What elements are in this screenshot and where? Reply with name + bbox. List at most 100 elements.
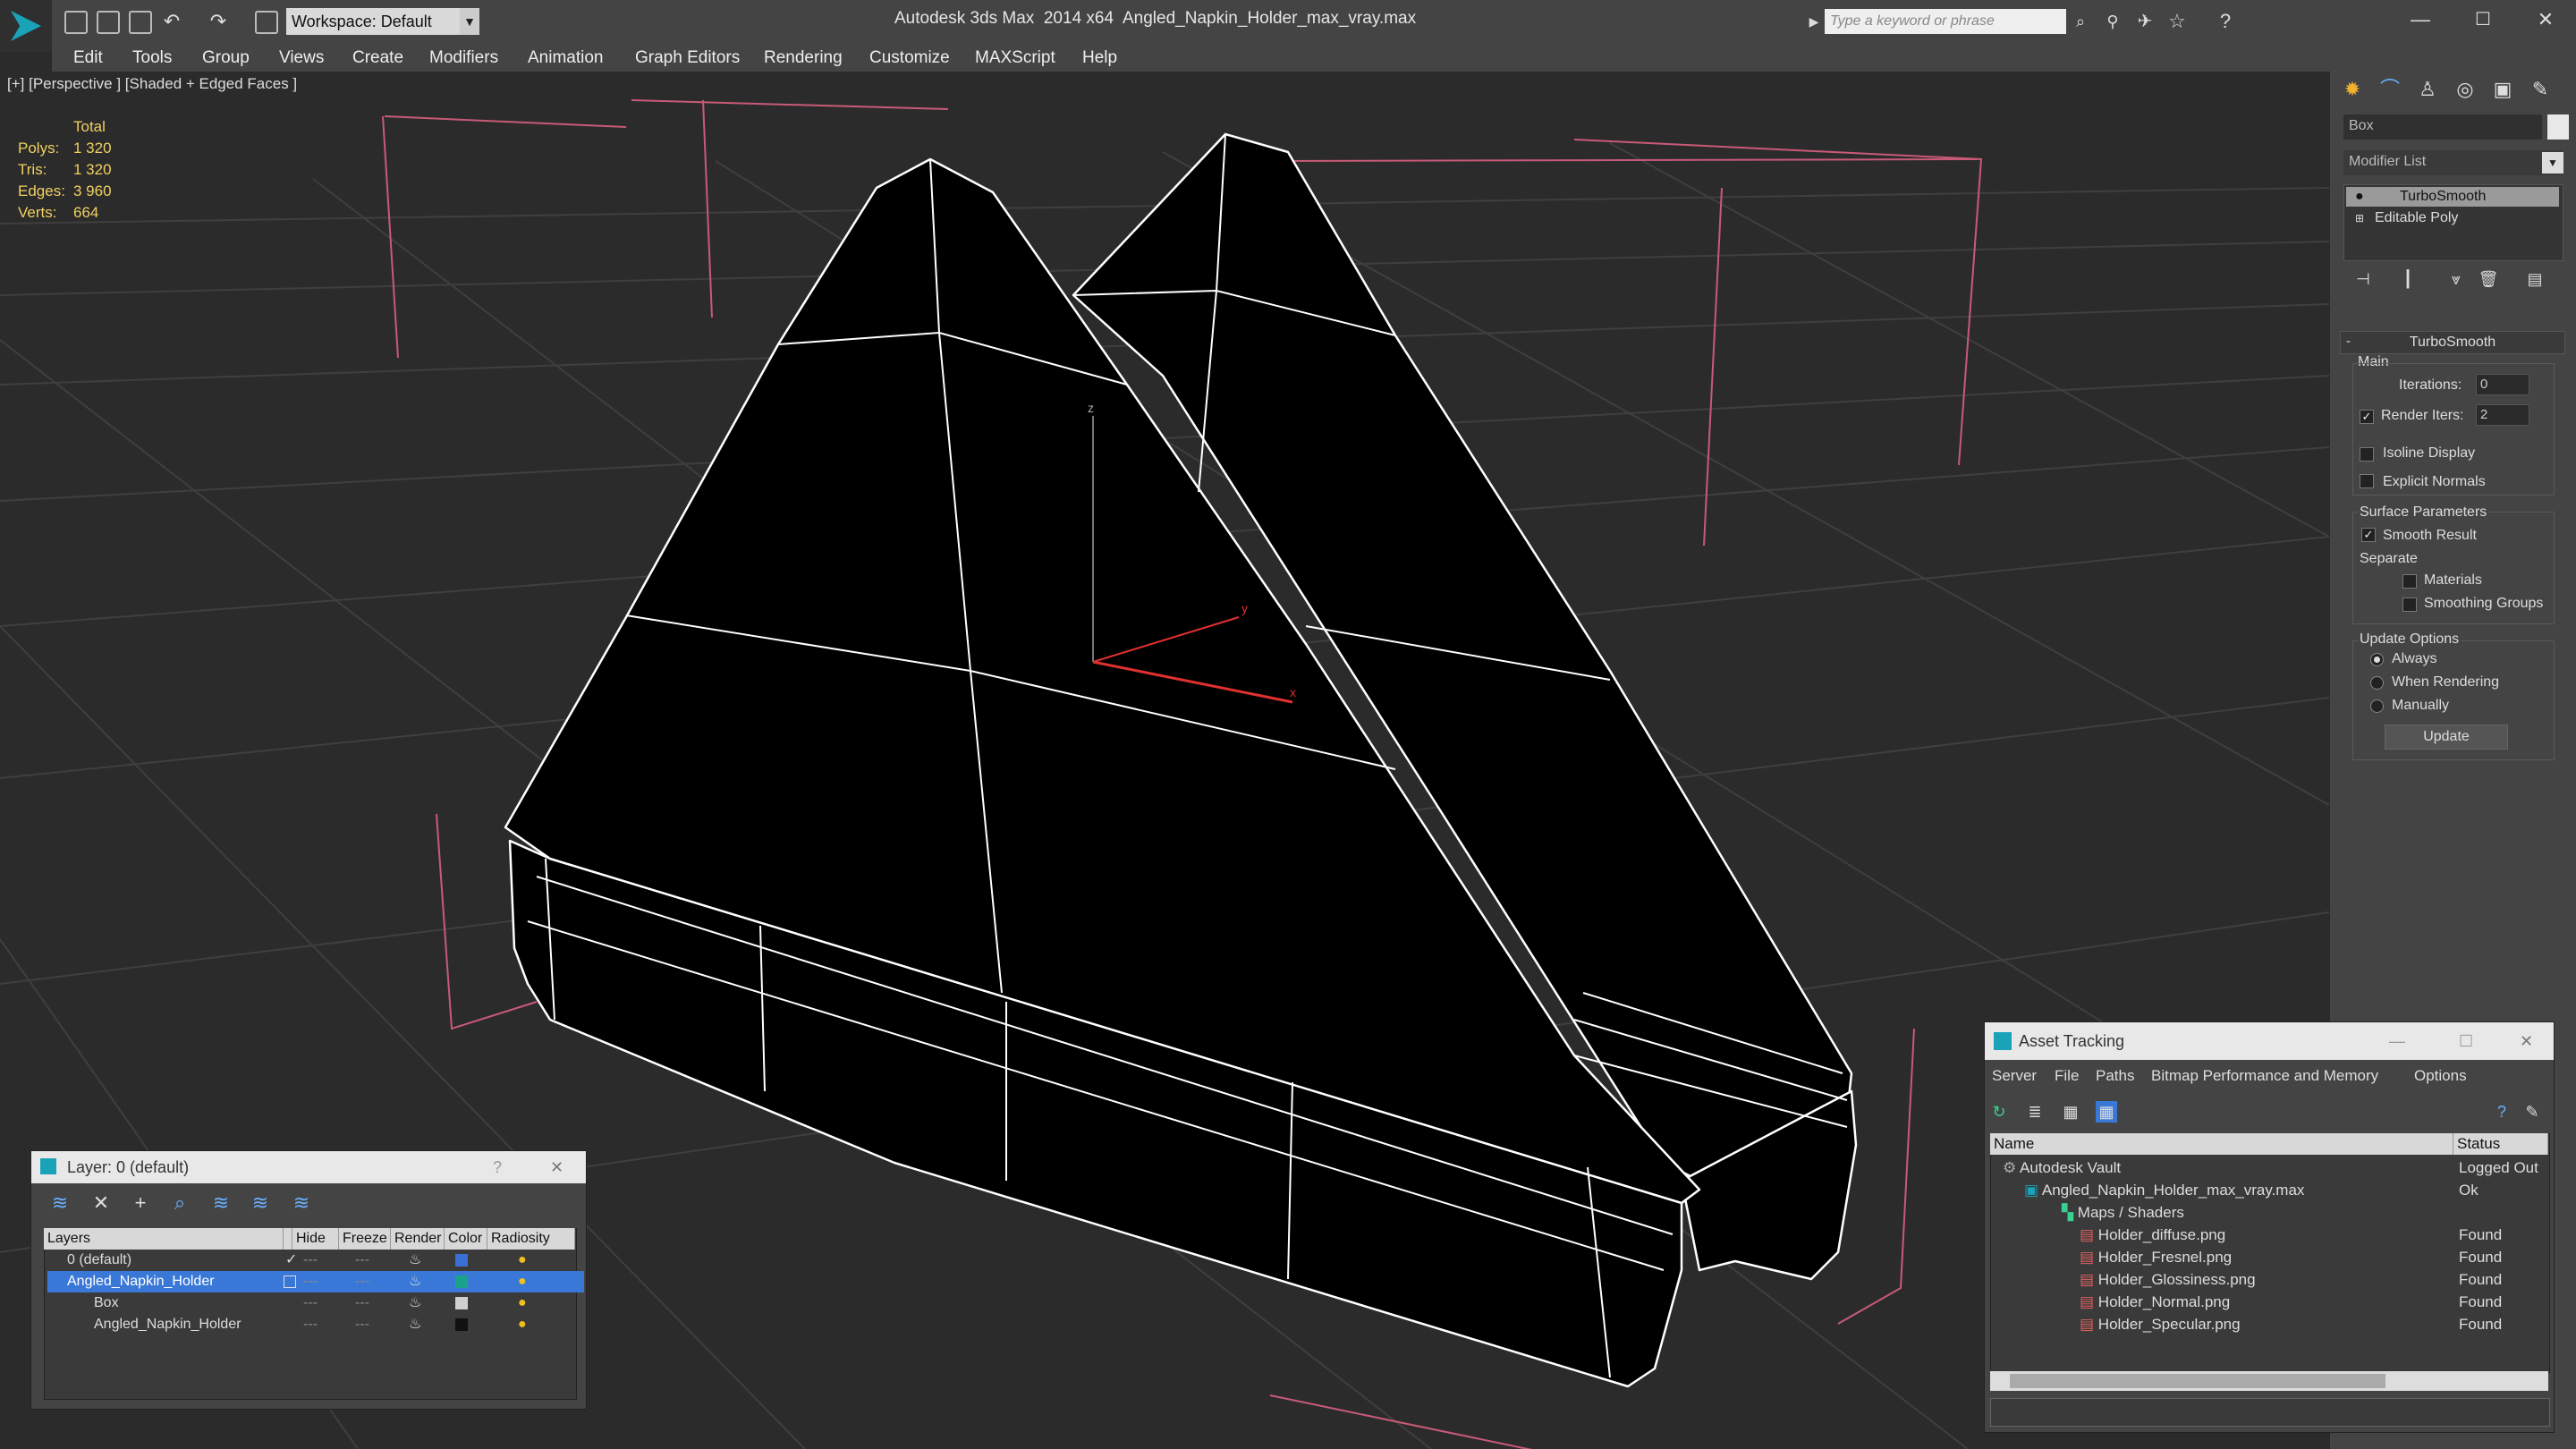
object-color-swatch[interactable]: [2547, 114, 2569, 140]
freeze-all-icon[interactable]: ≋: [291, 1192, 312, 1214]
add-to-layer-icon[interactable]: +: [130, 1192, 151, 1214]
minimize-icon[interactable]: —: [2394, 4, 2447, 36]
community-icon[interactable]: ✈: [2134, 11, 2156, 32]
modify-tab-icon[interactable]: ⌒: [2376, 75, 2404, 104]
update-button[interactable]: Update: [2385, 724, 2508, 750]
maximize-icon[interactable]: ☐: [2456, 4, 2510, 36]
settings-icon[interactable]: ✎: [2521, 1101, 2543, 1123]
render-teapot-icon[interactable]: ♨: [409, 1292, 421, 1314]
display-tab-icon[interactable]: ▣: [2488, 75, 2517, 104]
close-icon[interactable]: ✕: [2519, 4, 2572, 36]
search-input[interactable]: Type a keyword or phrase: [1825, 9, 2066, 34]
maximize-icon[interactable]: ☐: [2459, 1022, 2473, 1060]
menu-graph-editors[interactable]: Graph Editors: [635, 48, 740, 68]
menu-bitmap-performance[interactable]: Bitmap Performance and Memory: [2151, 1067, 2378, 1085]
project-folder-icon[interactable]: [255, 11, 278, 34]
stack-item-turbosmooth[interactable]: ● TurboSmooth: [2346, 187, 2559, 207]
object-row[interactable]: Box --- --- ♨ ●: [47, 1292, 584, 1314]
tree-item-bitmap[interactable]: ▤ Holder_diffuse.png: [2080, 1224, 2225, 1246]
help-icon[interactable]: ?: [2491, 1101, 2512, 1123]
smooth-result-checkbox[interactable]: ✓: [2361, 528, 2376, 542]
workspace-dropdown[interactable]: Workspace: Default: [286, 8, 465, 35]
redo-icon[interactable]: ↷: [208, 11, 229, 32]
layer-color-swatch[interactable]: [455, 1297, 468, 1309]
menu-customize[interactable]: Customize: [869, 48, 950, 68]
when-rendering-radio[interactable]: [2370, 676, 2384, 690]
tree-item-bitmap[interactable]: ▤ Holder_Normal.png: [2080, 1291, 2230, 1313]
explicit-normals-checkbox[interactable]: [2360, 474, 2374, 488]
layer-row[interactable]: 0 (default) ✓ --- --- ♨ ●: [47, 1250, 584, 1271]
new-file-icon[interactable]: [64, 11, 88, 34]
hide-toggle[interactable]: ---: [303, 1292, 318, 1314]
materials-checkbox[interactable]: [2402, 574, 2417, 589]
help-icon[interactable]: ?: [2215, 11, 2236, 32]
render-iters-checkbox[interactable]: ✓: [2360, 410, 2374, 424]
hide-toggle[interactable]: ---: [303, 1314, 318, 1335]
col-name[interactable]: Name: [1990, 1133, 2453, 1155]
pin-stack-icon[interactable]: ⊣: [2352, 268, 2374, 290]
refresh-icon[interactable]: ↻: [1988, 1101, 2010, 1123]
menu-views[interactable]: Views: [279, 48, 324, 68]
menu-options[interactable]: Options: [2414, 1067, 2467, 1085]
menu-rendering[interactable]: Rendering: [764, 48, 843, 68]
table-view-icon[interactable]: ▦: [2060, 1101, 2081, 1123]
binoculars-icon[interactable]: ⌕: [2070, 11, 2091, 32]
list-view-icon[interactable]: ≣: [2024, 1101, 2046, 1123]
menu-create[interactable]: Create: [352, 48, 403, 68]
col-hide[interactable]: Hide: [292, 1228, 339, 1250]
object-row[interactable]: Angled_Napkin_Holder --- --- ♨ ●: [47, 1314, 584, 1335]
expand-plus-icon[interactable]: ⊞: [2355, 208, 2364, 228]
radiosity-lightbulb-icon[interactable]: ●: [518, 1292, 527, 1314]
open-file-icon[interactable]: [97, 11, 120, 34]
tree-item-bitmap[interactable]: ▤ Holder_Glossiness.png: [2080, 1268, 2256, 1291]
tree-item-maps[interactable]: ▚ Maps / Shaders: [2062, 1201, 2184, 1224]
menu-file[interactable]: File: [2055, 1067, 2079, 1085]
iterations-spinner[interactable]: 0: [2476, 374, 2529, 395]
menu-modifiers[interactable]: Modifiers: [429, 48, 498, 68]
col-layers[interactable]: Layers: [44, 1228, 284, 1250]
object-name-field[interactable]: Box: [2343, 114, 2542, 140]
current-layer-box[interactable]: [284, 1275, 296, 1288]
tree-item-bitmap[interactable]: ▤ Holder_Fresnel.png: [2080, 1246, 2232, 1268]
menu-animation[interactable]: Animation: [528, 48, 604, 68]
motion-tab-icon[interactable]: ◎: [2451, 75, 2479, 104]
current-layer-check-icon[interactable]: ✓: [285, 1250, 297, 1271]
show-end-result-icon[interactable]: ┃: [2397, 268, 2419, 290]
render-iters-spinner[interactable]: 2: [2476, 404, 2529, 426]
layer-row-selected[interactable]: Angled_Napkin_Holder --- --- ♨ ●: [47, 1271, 584, 1292]
asset-tracking-titlebar[interactable]: Asset Tracking — ☐ ✕: [1985, 1022, 2554, 1060]
layer-color-swatch[interactable]: [455, 1254, 468, 1267]
freeze-toggle[interactable]: ---: [355, 1314, 369, 1335]
col-freeze[interactable]: Freeze: [339, 1228, 391, 1250]
hide-toggle[interactable]: ---: [303, 1271, 318, 1292]
create-layer-icon[interactable]: ≋: [49, 1192, 71, 1214]
menu-help[interactable]: Help: [1082, 48, 1117, 68]
chevron-down-icon[interactable]: ▼: [460, 8, 479, 35]
lightbulb-icon[interactable]: ●: [2355, 187, 2364, 207]
freeze-toggle[interactable]: ---: [355, 1250, 369, 1271]
app-logo-button[interactable]: [0, 0, 52, 52]
highlight-layer-icon[interactable]: ≋: [210, 1192, 232, 1214]
col-color[interactable]: Color: [445, 1228, 487, 1250]
tree-item-bitmap[interactable]: ▤ Holder_Specular.png: [2080, 1313, 2241, 1335]
grid-view-icon[interactable]: ▦: [2096, 1101, 2117, 1123]
render-teapot-icon[interactable]: ♨: [409, 1314, 421, 1335]
layer-color-swatch[interactable]: [455, 1318, 468, 1331]
help-icon[interactable]: ?: [493, 1151, 502, 1183]
favorites-star-icon[interactable]: ☆: [2166, 11, 2188, 32]
minimize-icon[interactable]: —: [2389, 1022, 2405, 1060]
save-file-icon[interactable]: [129, 11, 152, 34]
menu-edit[interactable]: Edit: [73, 48, 103, 68]
viewport-label[interactable]: [+] [Perspective ] [Shaded + Edged Faces…: [7, 75, 297, 93]
manually-radio[interactable]: [2370, 699, 2384, 713]
play-arrow-icon[interactable]: ▶: [1803, 11, 1825, 32]
freeze-toggle[interactable]: ---: [355, 1292, 369, 1314]
menu-server[interactable]: Server: [1992, 1067, 2037, 1085]
horizontal-scrollbar[interactable]: [1990, 1371, 2548, 1391]
turbosmooth-rollout-header[interactable]: - TurboSmooth: [2340, 331, 2565, 354]
layer-color-swatch[interactable]: [455, 1275, 468, 1288]
menu-group[interactable]: Group: [202, 48, 250, 68]
col-radiosity[interactable]: Radiosity: [487, 1228, 575, 1250]
render-teapot-icon[interactable]: ♨: [409, 1250, 421, 1271]
close-icon[interactable]: ✕: [2520, 1022, 2533, 1060]
